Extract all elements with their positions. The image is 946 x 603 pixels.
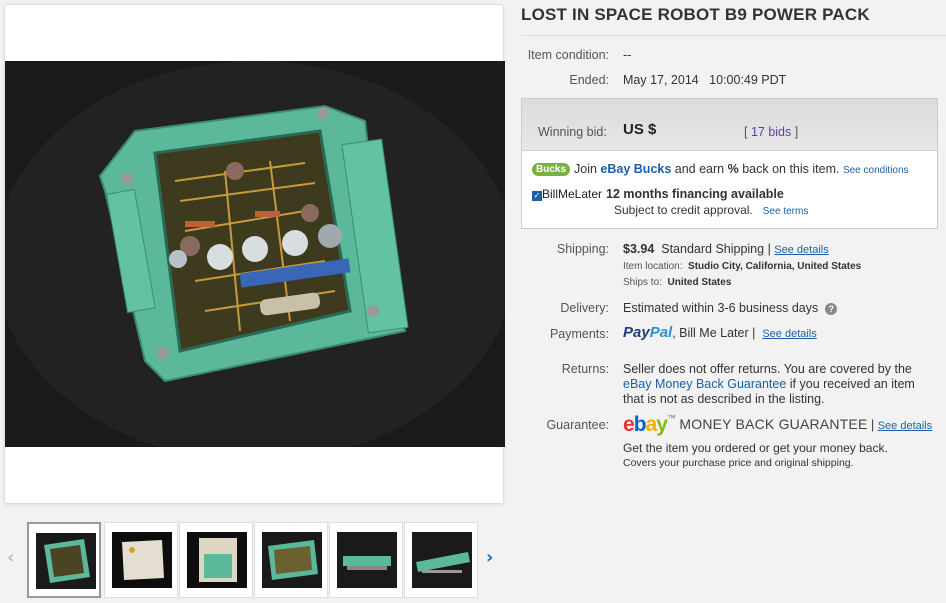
ended-label: Ended: xyxy=(569,73,609,87)
returns-text-3: that is not as described in the listing. xyxy=(623,392,825,406)
delivery-label: Delivery: xyxy=(560,301,609,315)
chevron-right-icon[interactable]: › xyxy=(486,547,493,568)
item-location-label: Item location: xyxy=(623,261,683,272)
separator: | xyxy=(867,418,878,432)
ships-to: Ships to: United States xyxy=(623,277,731,288)
returns-text-2: if you received an item xyxy=(786,377,915,391)
guarantee-line-1: Get the item you ordered or get your mon… xyxy=(623,441,888,455)
bid-count: [ 17 bids ] xyxy=(744,125,798,139)
help-icon[interactable]: ? xyxy=(825,303,838,315)
delivery-value: Estimated within 3-6 business days ? xyxy=(623,301,838,315)
payments-details-link[interactable]: See details xyxy=(762,328,816,340)
bid-box-header: Winning bid: US $ [ 17 bids ] xyxy=(522,99,937,151)
ebay-bucks-link[interactable]: eBay Bucks xyxy=(600,162,671,176)
thumbnail-6[interactable] xyxy=(404,522,478,598)
payments-label: Payments: xyxy=(549,327,609,341)
thumbnail-3[interactable] xyxy=(179,522,253,598)
ended-date: May 17, 2014 xyxy=(623,73,699,87)
ships-to-value: United States xyxy=(667,277,732,288)
ships-to-label: Ships to: xyxy=(623,277,662,288)
guarantee-line-2: Covers your purchase price and original … xyxy=(623,457,854,469)
ended-time: 10:00:49 PDT xyxy=(709,73,787,87)
winning-bid-value: US $ xyxy=(623,121,657,138)
guarantee-details-link[interactable]: See details xyxy=(878,420,932,432)
bucks-text-join: Join xyxy=(574,162,601,176)
thumbnail-image xyxy=(337,532,397,588)
thumbnail-1[interactable] xyxy=(27,522,101,598)
paypal-logo-pay: Pay xyxy=(623,324,650,341)
item-details-panel: LOST IN SPACE ROBOT B9 POWER PACK Item c… xyxy=(521,0,946,603)
bill-me-later-logo: ✓ BillMeLater xyxy=(532,187,602,201)
thumbnail-image xyxy=(112,532,172,588)
bill-me-later-logo-text: BillMeLater xyxy=(542,187,603,201)
thumbnail-2[interactable] xyxy=(104,522,178,598)
thumbnail-strip: ‹ › xyxy=(0,519,510,599)
shipping-label: Shipping: xyxy=(556,242,609,256)
returns-text-1: Seller does not offer returns. You are c… xyxy=(623,362,912,376)
main-item-photo[interactable] xyxy=(5,61,505,447)
item-location-value: Studio City, California, United States xyxy=(688,261,862,272)
thumbnail-4[interactable] xyxy=(254,522,328,598)
title-divider xyxy=(521,35,946,36)
returns-policy: Seller does not offer returns. You are c… xyxy=(623,362,941,407)
delivery-estimate: Estimated within 3-6 business days xyxy=(623,301,819,315)
bid-history-link[interactable]: 17 bids xyxy=(751,125,791,139)
bill-me-later-row: ✓ BillMeLater 12 months financing availabl… xyxy=(532,187,784,201)
credit-approval-text: Subject to credit approval. xyxy=(614,203,753,217)
thumbnail-image xyxy=(412,532,472,588)
guarantee-label: Guarantee: xyxy=(546,418,609,432)
condition-label: Item condition: xyxy=(527,48,609,62)
thumbnail-image xyxy=(187,532,247,588)
financing-headline: 12 months financing available xyxy=(606,187,784,201)
bid-box: Winning bid: US $ [ 17 bids ] Bucks Join … xyxy=(521,98,938,229)
check-icon: ✓ xyxy=(532,191,542,201)
shipping-price: $3.94 xyxy=(623,242,655,256)
bucks-text-earn: and earn xyxy=(671,162,728,176)
financing-subtext-row: Subject to credit approval. See terms xyxy=(614,203,808,217)
see-conditions-link[interactable]: See conditions xyxy=(843,165,909,176)
bucks-percent: % xyxy=(727,162,739,176)
bids-close-bracket: ] xyxy=(791,125,799,139)
money-back-guarantee-link[interactable]: eBay Money Back Guarantee xyxy=(623,377,786,391)
shipping-method: Standard Shipping xyxy=(661,242,765,256)
ebay-bucks-row: Bucks Join eBay Bucks and earn % back on … xyxy=(532,162,909,176)
condition-value: -- xyxy=(623,48,632,62)
shipping-value: $3.94 Standard Shipping | See details xyxy=(623,242,829,256)
bucks-text-back: back on this item. xyxy=(738,162,843,176)
separator: | xyxy=(748,326,759,340)
ebay-bucks-logo: Bucks xyxy=(532,163,571,176)
thumbnail-image xyxy=(262,532,322,588)
winning-bid-label: Winning bid: xyxy=(538,125,607,139)
paypal-logo: PayPal xyxy=(623,324,672,341)
item-title: LOST IN SPACE ROBOT B9 POWER PACK xyxy=(521,5,870,24)
item-location: Item location: Studio City, California, … xyxy=(623,261,861,272)
main-image-viewer[interactable] xyxy=(4,4,505,504)
chevron-left-icon[interactable]: ‹ xyxy=(7,547,14,568)
payments-value: PayPal, Bill Me Later | See details xyxy=(623,324,817,341)
power-pack-photo xyxy=(5,61,505,447)
guarantee-value: ebay™ MONEY BACK GUARANTEE | See details xyxy=(623,413,933,436)
payment-methods-text: , Bill Me Later xyxy=(672,326,749,340)
see-terms-link[interactable]: See terms xyxy=(763,206,809,217)
thumbnail-image xyxy=(36,533,96,589)
ended-value: May 17, 2014 10:00:49 PDT xyxy=(623,73,786,87)
bids-open-bracket: [ xyxy=(744,125,751,139)
ebay-logo: ebay xyxy=(623,413,668,436)
money-back-guarantee-text: MONEY BACK GUARANTEE xyxy=(679,416,868,432)
paypal-logo-pal: Pal xyxy=(649,324,673,341)
returns-label: Returns: xyxy=(561,362,609,376)
shipping-details-link[interactable]: See details xyxy=(774,244,828,256)
separator: | xyxy=(764,242,775,256)
thumbnail-5[interactable] xyxy=(329,522,403,598)
